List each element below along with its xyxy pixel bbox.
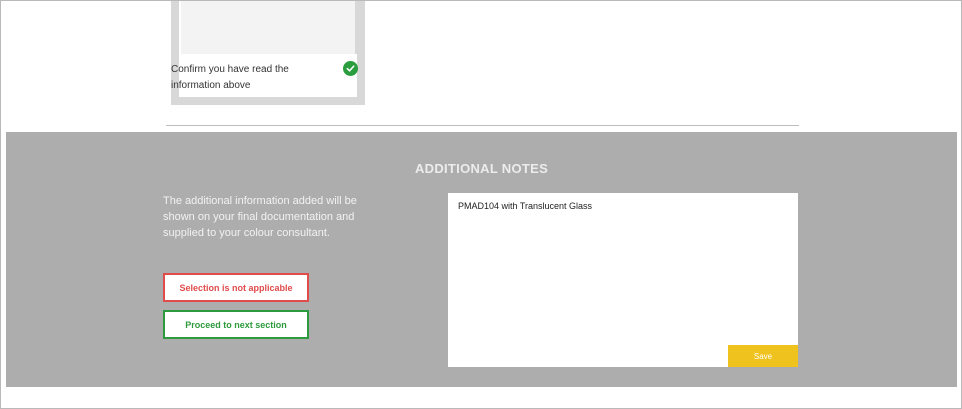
section-title: ADDITIONAL NOTES xyxy=(414,161,549,176)
preview-edge xyxy=(355,1,357,54)
proceed-next-section-button[interactable]: Proceed to next section xyxy=(163,310,309,339)
check-circle-icon xyxy=(343,61,358,76)
additional-notes-section: ADDITIONAL NOTES The additional informat… xyxy=(6,132,957,387)
section-divider xyxy=(166,125,799,126)
additional-notes-textarea[interactable]: PMAD104 with Translucent Glass xyxy=(448,193,798,343)
page: Confirm you have read the information ab… xyxy=(0,0,962,409)
not-applicable-button[interactable]: Selection is not applicable xyxy=(163,273,309,302)
notes-help-text: The additional information added will be… xyxy=(163,195,357,239)
confirm-label: Confirm you have read the information ab… xyxy=(171,64,289,91)
save-button[interactable]: Save xyxy=(728,345,798,367)
document-preview xyxy=(181,1,357,54)
notes-box: PMAD104 with Translucent Glass Save xyxy=(448,193,798,367)
checkmark-glyph xyxy=(346,65,355,72)
